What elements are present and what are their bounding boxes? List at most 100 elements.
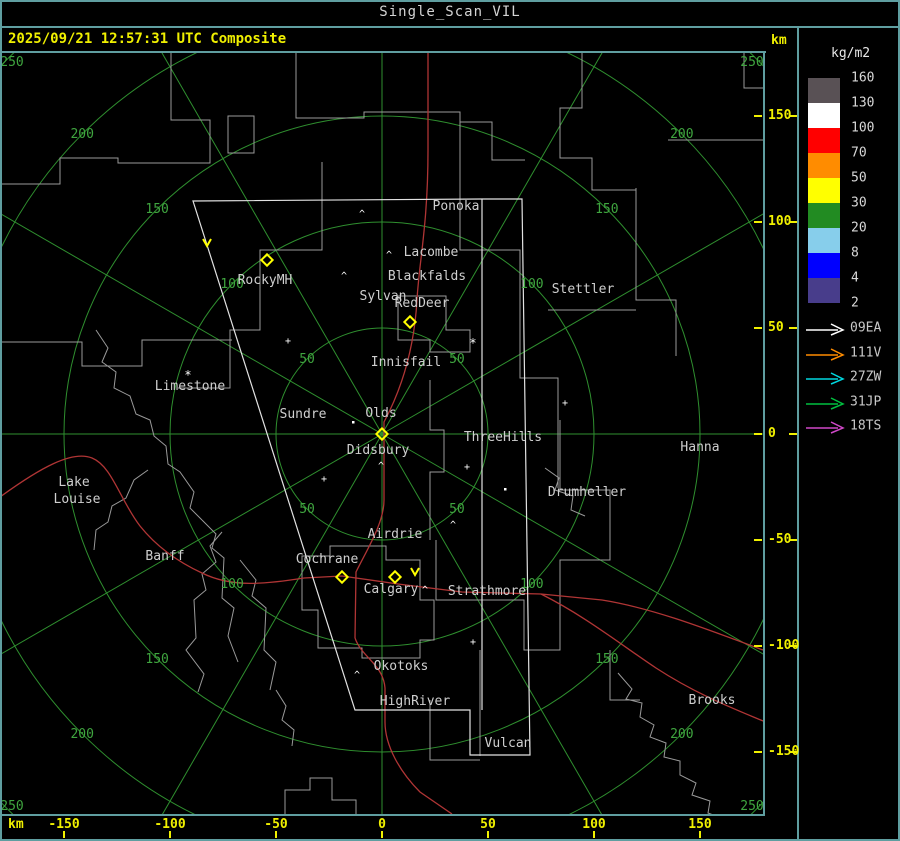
town-glyph-icon: ^ <box>378 461 384 472</box>
track-arrow-icon <box>806 421 845 434</box>
city-label: Calgary <box>364 582 419 597</box>
town-glyph-icon: + <box>470 637 476 648</box>
range-ring-label: 100 <box>520 277 543 292</box>
city-label: Didsbury <box>347 443 410 458</box>
diamond-icon <box>387 569 403 585</box>
range-ring-label: 150 <box>595 652 618 667</box>
right-axis-tick-label: -50 <box>768 532 792 547</box>
legend-scale-value: 8 <box>851 245 859 261</box>
legend-scale-value: 50 <box>851 170 867 186</box>
track-id-label: 27ZW <box>850 369 882 385</box>
city-label: HighRiver <box>380 694 451 709</box>
city-label: Hanna <box>680 440 719 455</box>
track-id-label: 111V <box>850 345 882 360</box>
town-glyph-icon: * <box>184 368 191 382</box>
town-glyph-icon: ^ <box>450 520 456 531</box>
right-axis-tick-mark <box>789 221 797 223</box>
range-ring-label: 200 <box>70 727 93 742</box>
legend-scale-value: 100 <box>851 120 875 136</box>
track-arrow-icon <box>806 372 845 385</box>
bottom-axis-tick-mark <box>593 831 595 838</box>
town-glyph-icon: + <box>464 462 470 473</box>
bottom-axis-tick-mark <box>169 831 171 838</box>
right-axis-unit: km <box>771 33 787 48</box>
range-ring-label: 200 <box>670 127 693 142</box>
right-axis-tick-mark <box>754 327 762 329</box>
map-bottom-border <box>0 814 765 816</box>
title-separator <box>0 26 900 28</box>
bottom-axis-tick-label: -50 <box>264 817 288 832</box>
right-axis-tick-mark <box>754 115 762 117</box>
right-axis-tick-label: 0 <box>768 426 776 441</box>
frame-left <box>0 0 2 841</box>
range-ring-label: 200 <box>670 727 693 742</box>
right-axis-tick-mark <box>789 327 797 329</box>
right-axis-tick-mark <box>754 539 762 541</box>
city-label: Ponoka <box>433 199 480 214</box>
status-separator <box>0 51 766 53</box>
town-glyph-icon: ^ <box>341 271 347 282</box>
panel-divider <box>797 26 799 841</box>
range-ring-label: 150 <box>145 202 168 217</box>
legend-scale-value: 4 <box>851 270 859 286</box>
bottom-axis-tick-mark <box>381 831 383 838</box>
city-label: Olds <box>365 406 396 421</box>
city-label: RockyMH <box>238 273 293 288</box>
city-label: Blackfalds <box>388 269 466 284</box>
right-axis-tick-mark <box>789 115 797 117</box>
legend-color-swatch <box>808 153 840 178</box>
town-glyph-icon: + <box>285 336 291 347</box>
range-ring-label: 100 <box>220 577 243 592</box>
legend-scale-value: 70 <box>851 145 867 161</box>
town-glyph-icon: + <box>562 398 568 409</box>
right-axis-tick-label: 150 <box>768 108 792 123</box>
range-ring-label: 200 <box>70 127 93 142</box>
bottom-axis-tick-label: -100 <box>154 817 186 832</box>
track-arrow-icon <box>806 396 845 410</box>
bottom-axis-tick-mark <box>63 831 65 838</box>
range-ring-label: 50 <box>299 502 315 517</box>
city-label: Innisfail <box>371 355 441 370</box>
town-glyph-icon: ^ <box>422 585 428 596</box>
legend-color-swatch <box>808 78 840 103</box>
frame-top <box>0 0 900 2</box>
bottom-axis-tick-mark <box>699 831 701 838</box>
city-label: Sundre <box>280 407 327 422</box>
bottom-axis-unit: km <box>8 817 24 832</box>
radial-line <box>381 433 602 814</box>
legend-scale-value: 160 <box>851 70 875 86</box>
range-ring-label: 250 <box>740 55 763 70</box>
town-dot-icon <box>504 488 507 491</box>
bottom-axis-tick-mark <box>275 831 277 838</box>
city-label: Vulcan <box>485 736 532 751</box>
legend-scale-value: 20 <box>851 220 867 236</box>
radial-line <box>161 53 383 435</box>
city-label: Okotoks <box>374 659 429 674</box>
city-label: Louise <box>54 492 101 507</box>
range-ring-label: 50 <box>449 502 465 517</box>
legend-scale-value: 2 <box>851 295 859 311</box>
radar-map[interactable]: 50 5050 50100 100100 100150 150150 150200 20020… <box>0 0 900 841</box>
right-axis-tick-mark <box>789 433 797 435</box>
arrow-v-icon <box>202 238 212 249</box>
city-label: Cochrane <box>296 552 359 567</box>
town-dot-icon <box>352 421 355 424</box>
legend-scale-value: 130 <box>851 95 875 111</box>
bottom-axis-tick-label: 0 <box>378 817 386 832</box>
city-label: Strathmore <box>448 584 526 599</box>
range-ring-label: 250 <box>0 55 23 70</box>
arrow-v-icon <box>410 567 420 578</box>
legend-color-swatch <box>808 203 840 228</box>
right-axis-tick-mark <box>754 433 762 435</box>
legend-unit-label: kg/m2 <box>831 46 871 61</box>
radial-lines <box>2 53 764 814</box>
range-ring-label: 150 <box>145 652 168 667</box>
track-legend-row <box>804 346 848 365</box>
city-label: Lake <box>58 475 89 490</box>
track-id-label: 09EA <box>850 320 882 336</box>
track-legend-row <box>804 395 848 414</box>
range-ring-label: 50 <box>299 352 315 367</box>
legend-color-swatch <box>808 178 840 203</box>
legend-color-swatch <box>808 278 840 303</box>
track-id-label: 18TS <box>850 418 882 434</box>
